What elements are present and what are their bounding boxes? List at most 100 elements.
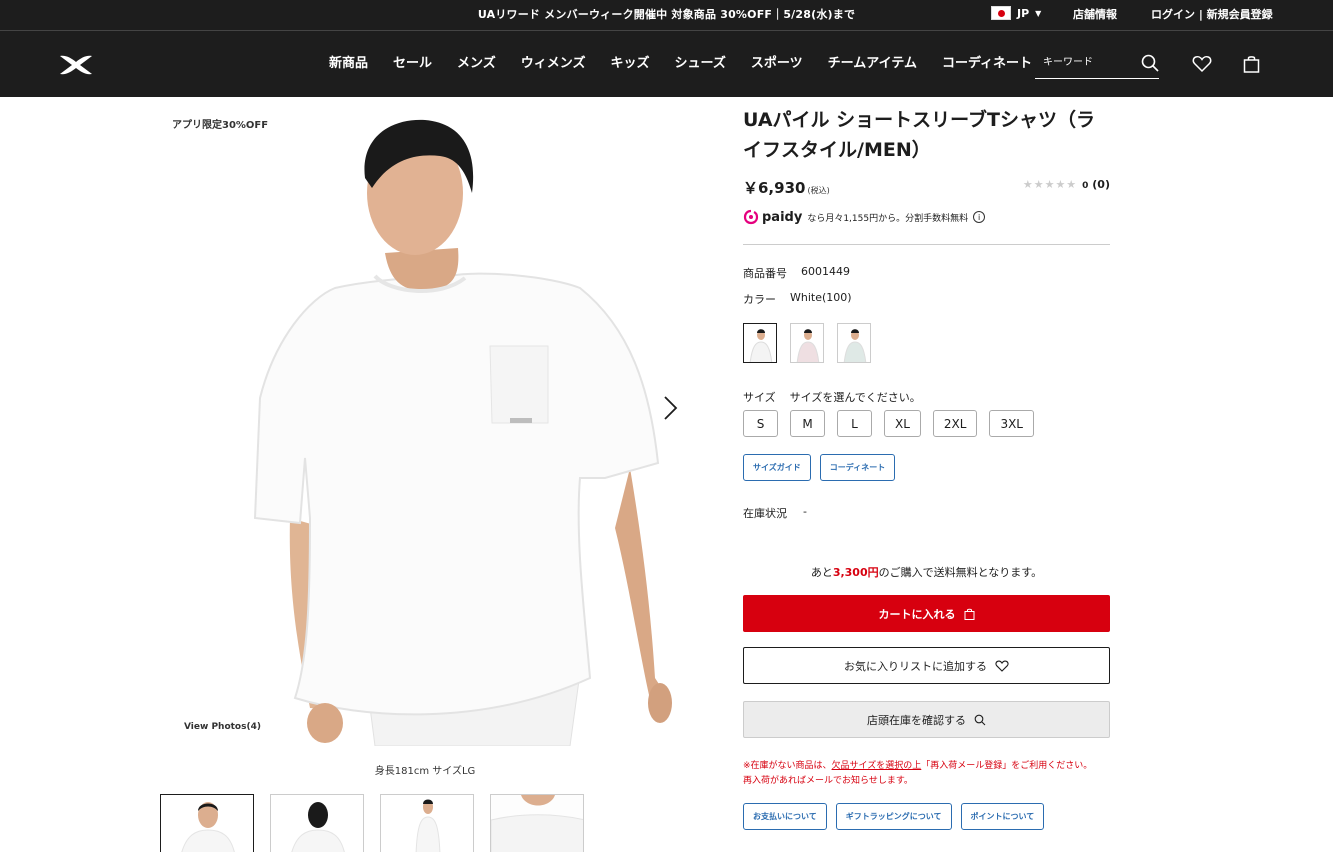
add-to-cart-label: カートに入れる [878,607,956,621]
nav-team[interactable]: チームアイテム [828,52,917,71]
color-label: カラー [743,293,776,306]
nav-womens[interactable]: ウィメンズ [521,52,586,71]
notice-post: 「再入荷メール登録」をご利用ください。 [921,761,1093,771]
add-to-cart-button[interactable]: カートに入れる [743,595,1110,632]
size-2xl-button[interactable]: 2XL [932,410,978,437]
review-count: 0 (0) [1082,178,1110,191]
view-photos-link[interactable]: View Photos(4) [184,722,261,732]
notice-pre: ※在庫がない商品は、 [743,761,832,771]
color-row: カラー White(100) [743,291,1110,307]
wishlist-label: お気に入りリストに追加する [844,659,987,673]
free-ship-pre: あと [810,566,833,579]
color-swatches [743,323,1110,363]
item-number-value: 6001449 [801,265,850,278]
missing-size-link[interactable]: 欠品サイズを選択の上 [832,761,922,771]
search-icon [974,714,986,725]
main-header: 新商品 セール メンズ ウィメンズ キッズ シューズ スポーツ チームアイテム … [0,30,1333,97]
nav-mens[interactable]: メンズ [457,52,496,71]
thumbnail-front-image [161,795,253,852]
restock-notice: ※在庫がない商品は、欠品サイズを選択の上「再入荷メール登録」をご利用ください。 … [743,759,1110,789]
size-xl-button[interactable]: XL [884,410,921,437]
nav-shoes[interactable]: シューズ [675,52,726,71]
nav-new[interactable]: 新商品 [329,52,368,71]
size-label: サイズ [743,391,776,404]
divider [743,244,1110,245]
review-count-number: 0 [1082,181,1089,191]
add-to-wishlist-button[interactable]: お気に入りリストに追加する [743,647,1110,684]
heart-icon [995,660,1009,672]
star-rating-icon: ★★★★★ [1022,178,1078,191]
app-limited-badge: アプリ限定30%OFF [172,120,269,131]
locale-selector[interactable]: JP ▼ [991,6,1041,20]
chevron-right-icon[interactable] [662,395,678,421]
size-s-button[interactable]: S [743,410,778,437]
model-size-caption: 身長181cm サイズLG [374,766,476,777]
under-armour-logo-icon[interactable] [58,53,94,77]
japan-flag-icon [991,6,1011,20]
store-info-link[interactable]: 店舗情報 [1073,6,1117,22]
tax-note: (税込) [807,186,830,195]
product-price: ￥6,930 [743,179,806,197]
color-swatch-mint[interactable] [837,323,871,363]
paidy-row: paidy なら月々1,155円から。分割手数料無料 i [743,208,1110,226]
thumbnail-back-image [271,795,363,852]
stock-label: 在庫状況 [743,507,787,520]
info-icon[interactable]: i [973,211,986,223]
check-store-stock-button[interactable]: 店頭在庫を確認する [743,701,1110,738]
paidy-logo: paidy [743,209,802,225]
search-input[interactable] [1043,57,1138,68]
thumbnail-2[interactable] [270,794,364,852]
size-3xl-button[interactable]: 3XL [989,410,1034,437]
coordinate-button[interactable]: コーディネート [819,454,896,481]
free-shipping-message: あと3,300円のご購入で送料無料となります。 [743,564,1110,580]
swatch-white-image [744,324,776,362]
price-row: ￥6,930 (税込) ★★★★★ 0 (0) [743,177,1110,199]
size-options: S M L XL 2XL 3XL [743,410,1110,437]
thumbnail-1[interactable] [160,794,254,852]
notice-line2: 再入荷があればメールでお知らせします。 [743,776,913,786]
store-stock-label: 店頭在庫を確認する [867,713,966,727]
thumbnail-4[interactable] [490,794,584,852]
size-hint: サイズを選んでください。 [789,391,921,404]
color-swatch-pink[interactable] [790,323,824,363]
product-main-image[interactable] [160,98,690,747]
guide-buttons: サイズガイド コーディネート [743,454,1110,481]
color-swatch-white[interactable] [743,323,777,363]
item-number-label: 商品番号 [743,267,787,280]
product-info: UAパイル ショートスリーブTシャツ（ライフスタイル/MEN） ￥6,930 (税… [743,105,1110,830]
login-link[interactable]: ログイン | 新規会員登録 [1151,6,1273,22]
search-box [1035,49,1159,79]
paidy-mark-icon [743,209,759,225]
nav-coordinate[interactable]: コーディネート [942,52,1032,71]
bag-icon [964,608,974,620]
free-ship-amount: 3,300円 [832,566,879,579]
size-label-row: サイズ サイズを選んでください。 [743,389,1110,405]
nav-kids[interactable]: キッズ [611,52,650,71]
size-guide-button[interactable]: サイズガイド [743,454,811,481]
size-m-button[interactable]: M [790,410,825,437]
heart-icon[interactable] [1192,55,1212,73]
promo-text[interactable]: UAリワード メンバーウィーク開催中 対象商品 30%OFF｜5/28(水)まで [0,6,1333,22]
top-bar: UAリワード メンバーウィーク開催中 対象商品 30%OFF｜5/28(水)まで… [0,0,1333,30]
search-icon[interactable] [1141,54,1159,72]
nav-sale[interactable]: セール [393,52,432,71]
swatch-mint-image [838,324,870,362]
info-buttons: お支払いについて ギフトラッピングについて ポイントについて [743,803,1110,830]
rating[interactable]: ★★★★★ 0 (0) [1023,178,1110,191]
review-count-paren: (0) [1092,178,1110,191]
gift-wrapping-button[interactable]: ギフトラッピングについて [835,803,952,830]
stock-row: 在庫状況 - [743,505,1110,521]
main-nav: 新商品 セール メンズ ウィメンズ キッズ シューズ スポーツ チームアイテム … [329,52,1057,71]
payment-info-button[interactable]: お支払いについて [743,803,827,830]
swatch-pink-image [791,324,823,362]
caret-down-icon: ▼ [1035,8,1042,18]
product-title: UAパイル ショートスリーブTシャツ（ライフスタイル/MEN） [743,109,1095,161]
size-l-button[interactable]: L [837,410,872,437]
thumbnail-3[interactable] [380,794,474,852]
locale-label: JP [1017,6,1030,20]
nav-sports[interactable]: スポーツ [751,52,803,71]
bag-icon[interactable] [1243,55,1260,73]
points-info-button[interactable]: ポイントについて [960,803,1045,830]
stock-value: - [803,505,807,518]
color-value: White(100) [790,291,852,304]
